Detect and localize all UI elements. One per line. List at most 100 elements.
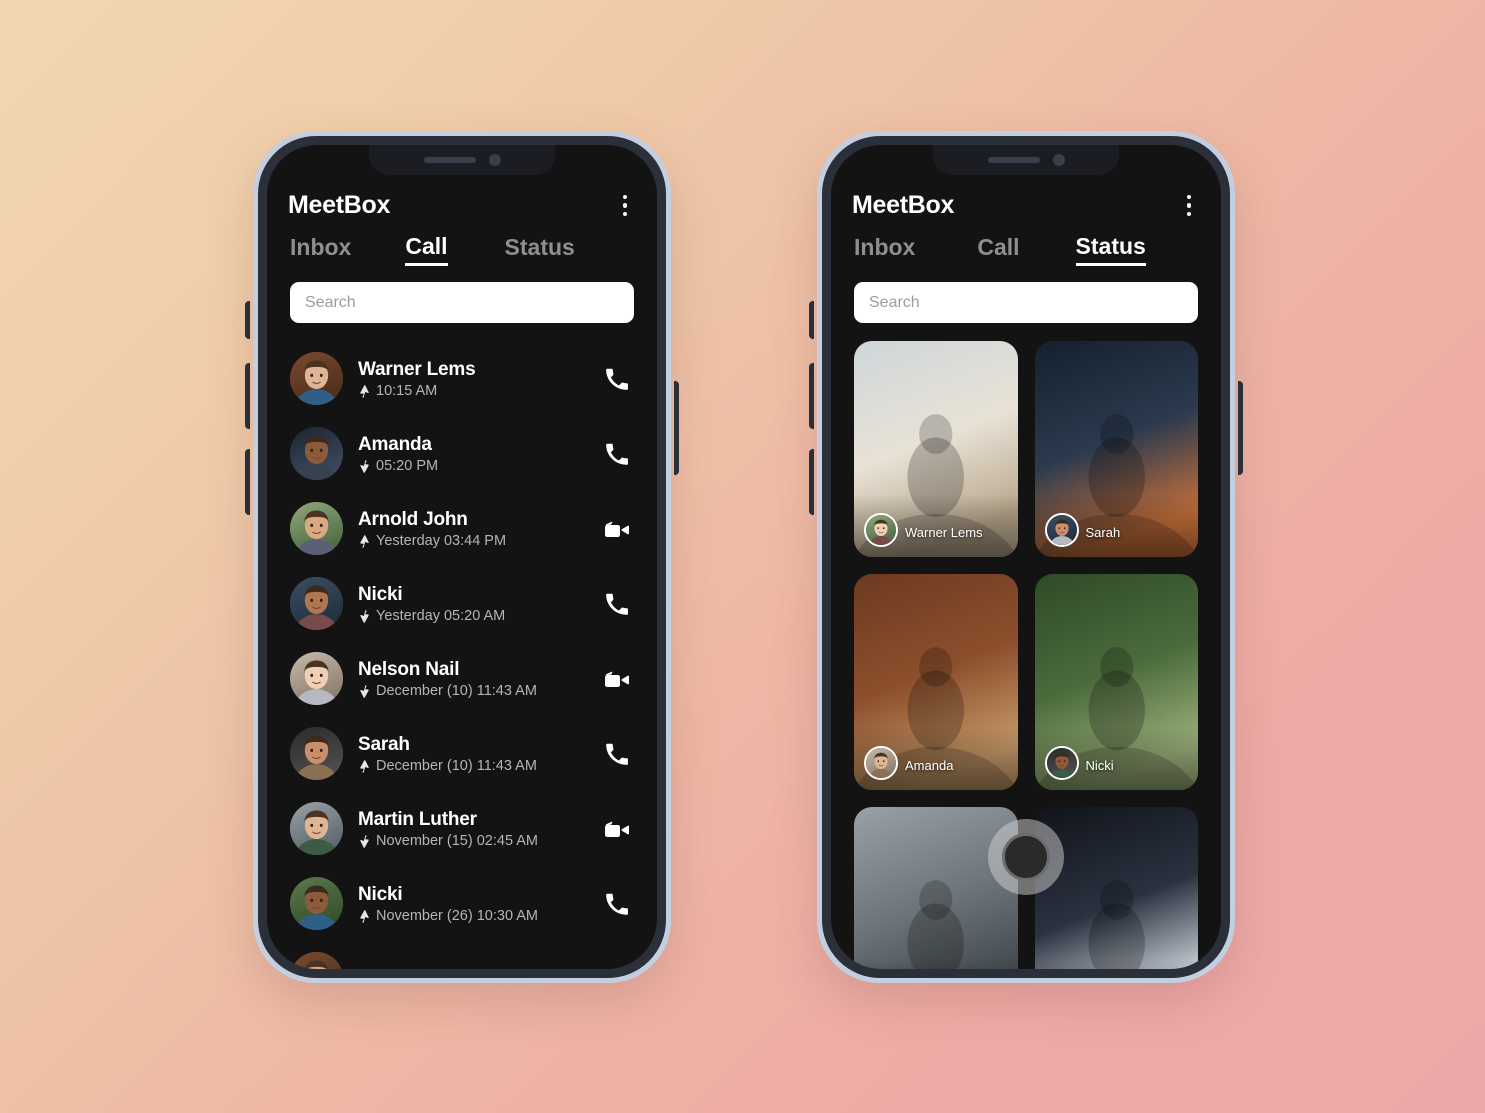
phone-right-screen: MeetBox Inbox Call Status Warner Lems Sar… (831, 145, 1221, 969)
search-input[interactable] (290, 282, 634, 323)
incoming-call-arrow-icon (358, 835, 371, 848)
call-details: Nicki Yesterday 05:20 AM (358, 583, 600, 625)
call-timestamp: Yesterday 03:44 PM (376, 533, 507, 550)
video-call-icon[interactable] (600, 816, 634, 842)
call-details: Martin Luther November (15) 02:45 AM (358, 808, 600, 850)
search-input[interactable] (854, 282, 1198, 323)
voice-call-icon[interactable] (600, 366, 634, 392)
contact-name: Martin Luther (358, 808, 477, 830)
call-list-item[interactable]: Martin Luther November (15) 02:45 AM (290, 791, 634, 866)
incoming-call-arrow-icon (358, 610, 371, 623)
contact-name: Amanda (358, 433, 432, 455)
outgoing-call-arrow-icon (358, 534, 371, 548)
call-meta: Yesterday 03:44 PM (358, 533, 600, 549)
status-card-footer: Amanda (864, 746, 953, 782)
incoming-call-arrow-icon (358, 685, 371, 698)
call-list-item[interactable]: John Carlos (290, 941, 634, 969)
phone-right-volume-down-button[interactable] (809, 449, 814, 515)
status-card[interactable]: Nelson Nail (854, 807, 1018, 969)
status-owner-name: Warner Lems (905, 524, 983, 540)
front-camera-icon (488, 154, 501, 166)
contact-name: Warner Lems (358, 358, 476, 380)
tab-call[interactable]: Call (977, 234, 1019, 266)
shutter-icon (1002, 833, 1050, 881)
capture-status-button[interactable] (988, 819, 1064, 895)
call-timestamp: November (26) 10:30 AM (376, 908, 538, 925)
overflow-menu-icon[interactable] (614, 193, 636, 219)
phone-right-volume-up-button[interactable] (809, 363, 814, 429)
phone-left-mute-button[interactable] (245, 301, 250, 339)
tab-inbox[interactable]: Inbox (854, 234, 915, 266)
status-owner-name: Sarah (1085, 524, 1121, 540)
call-timestamp: December (10) 11:43 AM (376, 683, 537, 700)
call-list-item[interactable]: Nicki November (26) 10:30 AM (290, 866, 634, 941)
call-list-item[interactable]: Amanda 05:20 PM (290, 416, 634, 491)
avatar (290, 727, 343, 780)
status-card-gradient (854, 959, 1018, 969)
outgoing-call-arrow-icon (358, 759, 371, 773)
earpiece-speaker-icon (423, 157, 476, 163)
phone-right-notch (933, 145, 1119, 175)
call-meta: November (26) 10:30 AM (358, 908, 600, 924)
phone-left-volume-down-button[interactable] (245, 449, 250, 515)
video-call-icon[interactable] (600, 516, 634, 542)
call-list-item[interactable]: Nicki Yesterday 05:20 AM (290, 566, 634, 641)
status-card[interactable]: Sarah (1034, 341, 1198, 557)
status-card[interactable]: Nicki (1034, 807, 1198, 969)
avatar (864, 746, 898, 780)
video-call-icon[interactable] (600, 666, 634, 692)
call-history-list: Warner Lems 10:15 AM Amanda 05:20 PM Arnold … (286, 341, 638, 969)
earpiece-speaker-icon (987, 157, 1040, 163)
tab-status[interactable]: Status (505, 234, 575, 266)
call-list-item[interactable]: Nelson Nail December (10) 11:43 AM (290, 641, 634, 716)
phone-left-power-button[interactable] (674, 381, 679, 475)
voice-call-icon[interactable] (600, 441, 634, 467)
avatar (290, 427, 343, 480)
status-card[interactable]: Amanda (854, 574, 1018, 790)
phone-left-volume-up-button[interactable] (245, 363, 250, 429)
call-list-item[interactable]: Warner Lems 10:15 AM (290, 341, 634, 416)
avatar (290, 352, 343, 405)
call-details: Warner Lems 10:15 AM (358, 358, 600, 400)
call-details: Nicki November (26) 10:30 AM (358, 883, 600, 925)
status-card[interactable]: Warner Lems (854, 341, 1018, 557)
status-owner-name: Nicki (1085, 757, 1114, 773)
avatar (290, 502, 343, 555)
overflow-menu-icon[interactable] (1178, 193, 1200, 219)
tab-status[interactable]: Status (1075, 233, 1146, 266)
incoming-call-arrow-icon (358, 460, 371, 473)
call-details: Amanda 05:20 PM (358, 433, 600, 475)
status-screen: MeetBox Inbox Call Status Warner Lems Sar… (831, 145, 1221, 969)
voice-call-icon[interactable] (600, 741, 634, 767)
phone-left-screen: MeetBox Inbox Call Status Warner Lems 10:… (267, 145, 657, 969)
tab-call[interactable]: Call (405, 233, 448, 266)
status-card[interactable]: Nicki (1034, 574, 1198, 790)
call-details: Nelson Nail December (10) 11:43 AM (358, 658, 600, 700)
phone-left-notch (369, 145, 555, 175)
call-list-item[interactable]: Sarah December (10) 11:43 AM (290, 716, 634, 791)
call-details: Sarah December (10) 11:43 AM (358, 733, 600, 775)
phone-right-power-button[interactable] (1238, 381, 1243, 475)
avatar (290, 952, 343, 969)
contact-name: John Carlos (358, 967, 600, 969)
video-call-icon[interactable] (600, 966, 634, 970)
outgoing-call-arrow-icon (358, 384, 371, 398)
call-timestamp: 05:20 PM (376, 458, 439, 475)
call-details: John Carlos (358, 967, 600, 969)
avatar (1044, 513, 1079, 547)
voice-call-icon[interactable] (600, 891, 634, 917)
app-title: MeetBox (852, 191, 955, 219)
avatar (290, 877, 343, 930)
phone-right-mute-button[interactable] (809, 301, 814, 339)
phone-left-bezel: MeetBox Inbox Call Status Warner Lems 10:… (258, 136, 666, 978)
contact-name: Nicki (358, 883, 403, 905)
call-timestamp: November (15) 02:45 AM (376, 833, 538, 850)
avatar (1044, 746, 1079, 780)
tab-inbox[interactable]: Inbox (290, 234, 351, 266)
contact-name: Arnold John (358, 508, 468, 530)
status-card-footer: Sarah (1044, 513, 1121, 549)
call-list-item[interactable]: Arnold John Yesterday 03:44 PM (290, 491, 634, 566)
status-card-gradient (1034, 959, 1198, 969)
avatar (290, 577, 343, 630)
voice-call-icon[interactable] (600, 591, 634, 617)
